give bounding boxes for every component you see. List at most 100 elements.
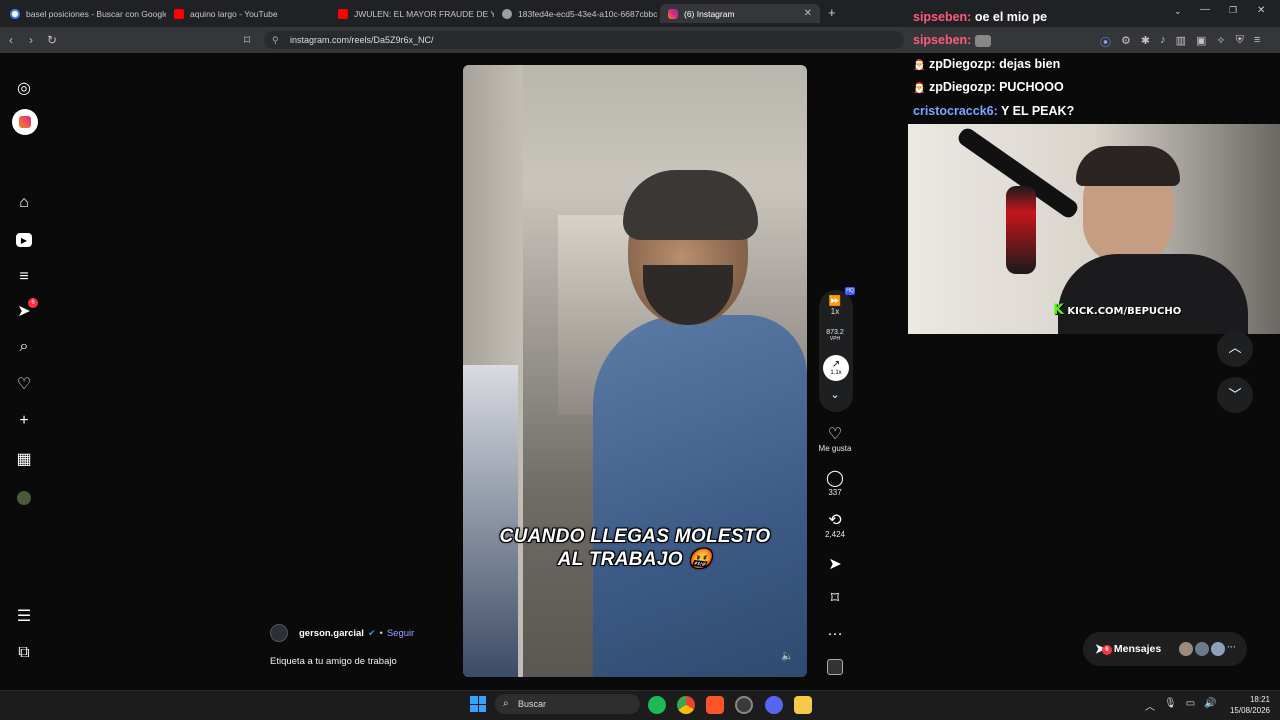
volume-icon[interactable]: 🔈 bbox=[781, 651, 793, 662]
reel-video[interactable]: CUANDO LLEGAS MOLESTO AL TRABAJO 🤬 🔈 bbox=[463, 65, 807, 677]
display-icon[interactable]: ▭ bbox=[1186, 698, 1195, 713]
messages-icon: ➤ 6 bbox=[1095, 641, 1112, 657]
feed-icon[interactable]: ≡ bbox=[14, 267, 34, 287]
back-icon[interactable]: ‹ bbox=[9, 27, 13, 53]
taskbar-search[interactable]: ⌕ Buscar bbox=[495, 694, 640, 714]
like-button[interactable]: ♡ Me gusta bbox=[815, 424, 855, 453]
reload-icon[interactable]: ↻ bbox=[47, 27, 57, 53]
reels-icon[interactable]: ▶ bbox=[14, 230, 34, 250]
globe-icon bbox=[502, 8, 512, 19]
save-button[interactable]: ⌑ bbox=[815, 588, 855, 608]
browser-tab-bar: basel posiciones - Buscar con Google aqu… bbox=[0, 0, 1280, 27]
chrome-icon[interactable] bbox=[677, 696, 695, 714]
dashboard-icon[interactable]: ▦ bbox=[14, 449, 34, 469]
author-avatar[interactable] bbox=[270, 624, 288, 642]
forward-icon[interactable]: › bbox=[29, 27, 33, 53]
vph-readout: 873.2 VPH bbox=[826, 329, 844, 342]
ai-icon[interactable]: ✧ bbox=[1216, 34, 1225, 50]
create-icon[interactable]: + bbox=[14, 411, 34, 431]
microphone-icon[interactable]: 🎙 bbox=[1164, 698, 1177, 713]
new-tab-button[interactable]: + bbox=[828, 5, 836, 20]
spotify-icon[interactable] bbox=[648, 696, 666, 714]
user-badge-icon: 🎅 bbox=[913, 83, 926, 94]
ellipsis-icon: … bbox=[827, 622, 843, 639]
address-bar[interactable]: ⚲ instagram.com/reels/Da5Z9r6x_NC/ bbox=[264, 31, 904, 49]
audio-thumbnail[interactable] bbox=[827, 659, 843, 675]
minimize-button[interactable]: — bbox=[1200, 4, 1210, 15]
google-icon bbox=[10, 8, 20, 19]
comment-button[interactable]: ◯ 337 bbox=[815, 468, 855, 497]
brave-icon[interactable] bbox=[706, 696, 724, 714]
search-icon[interactable]: ⌕ bbox=[14, 337, 34, 357]
avatar bbox=[1179, 642, 1194, 656]
also-from-meta-icon[interactable]: ⧉ bbox=[14, 643, 34, 663]
bookmark-icon: ⌑ bbox=[830, 590, 840, 607]
search-icon: ⌕ bbox=[503, 698, 509, 709]
streamer-hoodie bbox=[1058, 254, 1248, 334]
close-tab-icon[interactable]: ✕ bbox=[804, 8, 812, 19]
streamer-webcam: K KICK.COM/BEPUCHO bbox=[908, 124, 1280, 334]
messages-button[interactable]: ➤ 6 Mensajes ··· bbox=[1083, 632, 1247, 666]
fast-forward-icon: ⏩ bbox=[828, 296, 842, 307]
maximize-button[interactable]: ❐ bbox=[1229, 5, 1237, 16]
kick-logo-icon: K bbox=[1053, 302, 1064, 318]
chat-message: cristocracck6: Y EL PEAK? bbox=[913, 104, 1075, 118]
close-window-button[interactable]: ✕ bbox=[1257, 5, 1265, 16]
tab-instagram[interactable]: (6) Instagram ✕ bbox=[660, 4, 820, 23]
tray-chevron-icon[interactable]: ︿ bbox=[1145, 698, 1155, 713]
file-explorer-icon[interactable] bbox=[794, 696, 812, 714]
tab-uuid-page[interactable]: 183fed4e-ecd5-43e4-a10c-6687cbbc bbox=[494, 4, 658, 23]
chevron-down-icon: ⌄ bbox=[830, 389, 840, 401]
site-info-icon[interactable]: ⚲ bbox=[272, 31, 279, 49]
video-person-hair bbox=[623, 170, 758, 240]
collapse-speed-button[interactable]: ⌄ bbox=[815, 388, 855, 401]
menu-icon[interactable]: ≡ bbox=[1254, 34, 1260, 50]
profile-avatar-icon[interactable] bbox=[14, 488, 34, 508]
instagram-icon bbox=[668, 8, 678, 19]
follow-button[interactable]: Seguir bbox=[387, 628, 414, 639]
wallet-icon[interactable]: ▣ bbox=[1196, 34, 1206, 50]
chevron-up-icon: ︿ bbox=[1228, 340, 1242, 355]
more-options-button[interactable]: … bbox=[815, 622, 855, 640]
shield-icon[interactable]: ⛨ bbox=[1236, 34, 1244, 50]
tab-search-chevron-icon[interactable]: ⌄ bbox=[1174, 6, 1182, 17]
microphone bbox=[1006, 186, 1036, 274]
app-install-icon[interactable] bbox=[12, 109, 38, 135]
repost-button[interactable]: ⟲ 2,424 bbox=[815, 510, 855, 539]
tab-youtube-jwulen[interactable]: JWULEN: EL MAYOR FRAUDE DE YOU bbox=[330, 4, 494, 23]
discord-icon[interactable] bbox=[765, 696, 783, 714]
trend-button[interactable]: ↗ 1.1x bbox=[823, 355, 849, 381]
chat-message: 🎅 zpDiegozp: PUCHOOO bbox=[913, 80, 1064, 94]
extension-icon[interactable]: ⚙ bbox=[1121, 34, 1131, 50]
clock[interactable]: 18:21 15/08/2026 bbox=[1222, 694, 1270, 716]
user-badge-icon: 🎅 bbox=[913, 60, 926, 71]
chat-message: sipseben: bbox=[913, 33, 991, 47]
home-icon[interactable]: ⌂ bbox=[14, 193, 34, 213]
video-person-arm bbox=[463, 365, 518, 677]
separator-dot: • bbox=[379, 628, 383, 639]
puzzle-icon[interactable]: ✱ bbox=[1141, 34, 1150, 50]
share-button[interactable]: ➤ bbox=[815, 554, 855, 574]
tab-youtube-aquino[interactable]: aquino largo - YouTube bbox=[166, 4, 330, 23]
comment-icon: ◯ bbox=[826, 470, 844, 487]
repost-icon: ⟲ bbox=[828, 512, 842, 529]
media-icon[interactable]: ⦿ bbox=[1100, 34, 1111, 50]
next-reel-button[interactable]: ﹀ bbox=[1217, 377, 1253, 413]
app-icon[interactable] bbox=[735, 696, 753, 714]
author-name[interactable]: gerson.garcial bbox=[299, 628, 364, 639]
message-avatars: ··· bbox=[1179, 642, 1236, 656]
speaker-icon[interactable]: 🔊 bbox=[1204, 698, 1216, 713]
bookmark-icon[interactable]: ⌑ bbox=[244, 27, 250, 53]
verified-icon: ✔ bbox=[367, 628, 376, 638]
notifications-icon[interactable]: ♡ bbox=[14, 374, 34, 394]
windows-start-icon[interactable] bbox=[470, 696, 486, 712]
tab-google-search[interactable]: basel posiciones - Buscar con Google bbox=[2, 4, 166, 23]
sidepanel-icon[interactable]: ▥ bbox=[1176, 34, 1186, 50]
more-menu-icon[interactable]: ☰ bbox=[14, 606, 34, 626]
speed-button[interactable]: ⏩ 1x bbox=[815, 296, 855, 316]
previous-reel-button[interactable]: ︿ bbox=[1217, 331, 1253, 367]
send-icon: ➤ bbox=[828, 556, 842, 573]
music-icon[interactable]: ♪ bbox=[1160, 34, 1166, 50]
messages-icon[interactable]: ➤ 6 bbox=[14, 298, 38, 321]
instagram-logo-icon[interactable]: ◎ bbox=[14, 78, 34, 98]
